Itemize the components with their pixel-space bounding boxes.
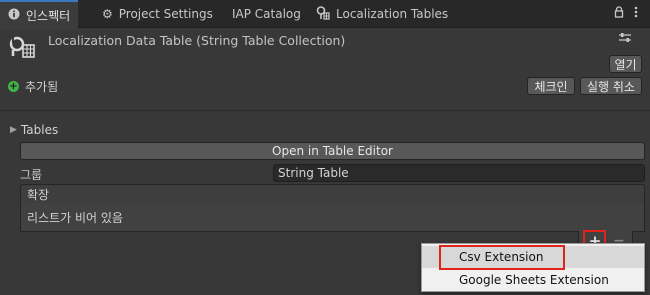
open-table-editor-button[interactable]: Open in Table Editor <box>20 142 645 160</box>
info-icon <box>8 8 20 23</box>
extensions-list-header: 확장 <box>20 184 645 204</box>
inspector-tab-bar: 인스펙터 ⚙ Project Settings IAP Catalog Loca… <box>0 0 650 29</box>
more-options-icon[interactable] <box>634 6 638 21</box>
open-button[interactable]: 열기 <box>609 55 642 73</box>
group-field[interactable]: String Table <box>273 164 645 182</box>
group-value: String Table <box>278 166 349 180</box>
menu-item-google-sheets-extension[interactable]: Google Sheets Extension <box>422 269 644 291</box>
group-label: 그룹 <box>20 168 43 182</box>
extensions-list-body: 리스트가 비어 있음 <box>20 203 645 232</box>
tab-project-settings[interactable]: ⚙ Project Settings <box>94 0 221 28</box>
tab-label: 인스펙터 <box>26 9 71 23</box>
gear-icon: ⚙ <box>102 7 113 21</box>
settings-sliders-icon[interactable] <box>618 32 632 47</box>
foldout-arrow-icon: ▶ <box>10 125 17 135</box>
tab-label: IAP Catalog <box>232 7 301 21</box>
string-table-collection-icon <box>8 33 40 63</box>
section-divider <box>0 110 650 111</box>
undo-button[interactable]: 실행 취소 <box>580 77 642 95</box>
tables-foldout[interactable]: ▶ Tables <box>10 123 58 137</box>
page-title: Localization Data Table (String Table Co… <box>48 33 346 48</box>
tab-label: Localization Tables <box>336 7 449 21</box>
lock-icon[interactable] <box>614 6 624 21</box>
tab-iap-catalog[interactable]: IAP Catalog <box>224 0 309 28</box>
extensions-header-label: 확장 <box>27 187 50 202</box>
csv-extension-highlight <box>439 245 565 270</box>
tab-label: Project Settings <box>118 7 213 21</box>
vcs-status: + 추가됨 <box>8 78 58 95</box>
added-status-icon: + <box>8 81 19 92</box>
added-label: 추가됨 <box>25 80 59 94</box>
empty-list-label: 리스트가 비어 있음 <box>27 210 123 225</box>
foldout-label: Tables <box>20 123 59 137</box>
tab-localization-tables[interactable]: Localization Tables <box>308 0 456 28</box>
localization-icon <box>316 5 330 23</box>
tab-inspector[interactable]: 인스펙터 <box>0 0 79 29</box>
checkin-button[interactable]: 체크인 <box>527 77 575 95</box>
